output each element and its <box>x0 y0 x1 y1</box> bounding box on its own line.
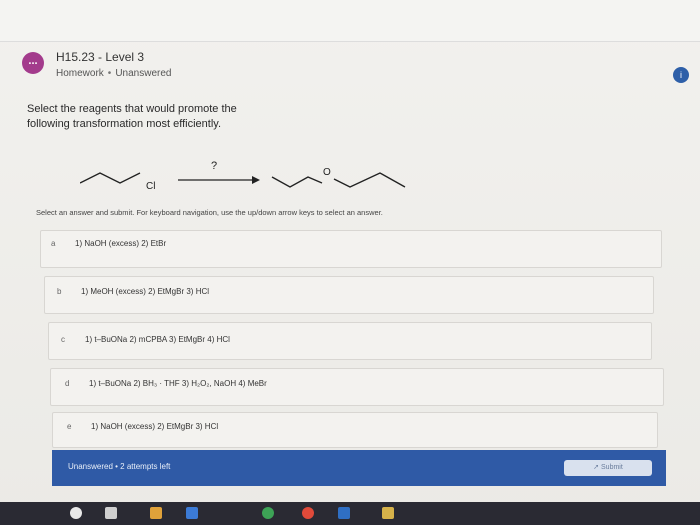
option-letter: a <box>51 239 56 248</box>
option-letter: b <box>57 287 62 296</box>
option-text: 1) NaOH (excess) 2) EtBr <box>75 239 167 248</box>
taskbar-app-icon[interactable] <box>382 507 394 519</box>
instructions-text: Select an answer and submit. For keyboar… <box>36 208 383 217</box>
submit-icon: ➚ <box>593 464 600 471</box>
assignment-header: ... H15.23 - Level 3 Homework • Unanswered <box>22 46 682 86</box>
taskbar-app-icon[interactable] <box>262 507 274 519</box>
assignment-meta: Homework • Unanswered <box>56 68 171 79</box>
meta-separator: • <box>107 68 112 79</box>
taskbar-app-icon[interactable] <box>70 507 82 519</box>
reaction-reagent-placeholder: ? <box>211 160 217 172</box>
option-text: 1) t–BuONa 2) BH₃ · THF 3) H₂O₂, NaOH 4)… <box>89 379 267 388</box>
option-letter: e <box>67 422 72 431</box>
reaction-arrowhead <box>252 176 260 184</box>
option-letter: c <box>61 335 65 344</box>
answer-option-e[interactable]: e 1) NaOH (excess) 2) EtMgBr 3) HCl <box>52 412 658 448</box>
attempts-status: Unanswered • 2 attempts left <box>68 462 171 471</box>
assignment-status: Unanswered <box>115 68 172 79</box>
assignment-category: Homework <box>56 68 104 79</box>
option-letter: d <box>65 379 70 388</box>
submission-status-bar: Unanswered • 2 attempts left ➚ Submit <box>52 450 666 486</box>
taskbar-app-icon[interactable] <box>302 507 314 519</box>
page: ... H15.23 - Level 3 Homework • Unanswered… <box>0 0 700 525</box>
product-oxygen-label: O <box>323 167 331 178</box>
info-icon[interactable]: i <box>673 67 689 83</box>
answer-option-c[interactable]: c 1) t–BuONa 2) mCPBA 3) EtMgBr 4) HCl <box>48 322 652 360</box>
browser-top-area <box>0 0 700 42</box>
reactant-structure <box>80 172 141 184</box>
reactant-chlorine-label: Cl <box>146 181 155 192</box>
taskbar-app-icon[interactable] <box>186 507 198 519</box>
option-text: 1) MeOH (excess) 2) EtMgBr 3) HCl <box>81 287 210 296</box>
product-structure-left <box>271 176 323 188</box>
taskbar-app-icon[interactable] <box>150 507 162 519</box>
answer-option-d[interactable]: d 1) t–BuONa 2) BH₃ · THF 3) H₂O₂, NaOH … <box>50 368 664 406</box>
option-text: 1) t–BuONa 2) mCPBA 3) EtMgBr 4) HCl <box>85 335 230 344</box>
option-text: 1) NaOH (excess) 2) EtMgBr 3) HCl <box>91 422 219 431</box>
menu-icon[interactable]: ... <box>22 52 44 74</box>
product-structure-right <box>333 172 406 188</box>
answer-option-a[interactable]: a 1) NaOH (excess) 2) EtBr <box>40 230 662 268</box>
taskbar-app-icon[interactable] <box>105 507 117 519</box>
question-text: Select the reagents that would promote t… <box>27 103 237 130</box>
answer-option-b[interactable]: b 1) MeOH (excess) 2) EtMgBr 3) HCl <box>44 276 654 314</box>
reaction-scheme: Cl ? O <box>80 160 406 192</box>
taskbar <box>0 502 700 525</box>
taskbar-app-icon[interactable] <box>338 507 350 519</box>
submit-label: Submit <box>601 464 623 471</box>
submit-button[interactable]: ➚ Submit <box>564 460 652 476</box>
assignment-title: H15.23 - Level 3 <box>56 50 145 64</box>
